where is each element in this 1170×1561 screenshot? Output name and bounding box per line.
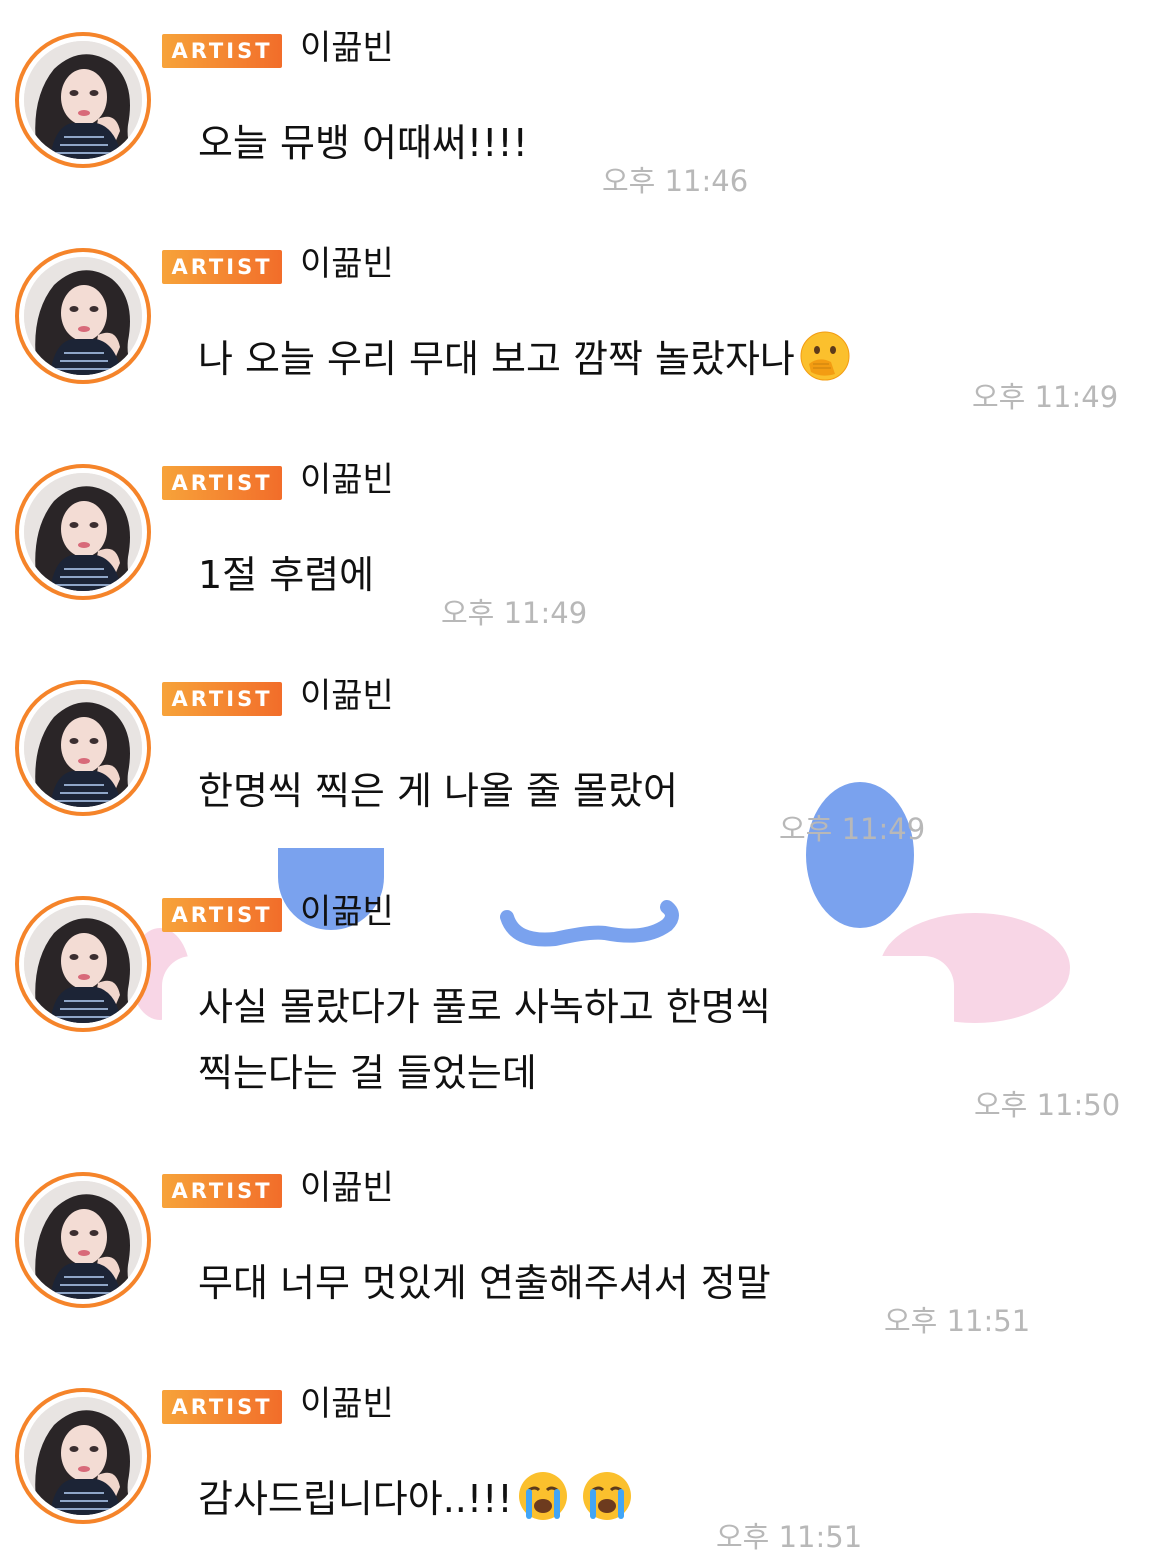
artist-badge: ARTIST bbox=[162, 466, 282, 500]
avatar[interactable] bbox=[15, 1172, 151, 1308]
background-decoration bbox=[500, 900, 679, 947]
message-timestamp: 오후 11:49 bbox=[441, 596, 588, 630]
sender-name: 이끎빈 bbox=[300, 244, 394, 284]
message-bubble: 사실 몰랐다가 풀로 사녹하고 한명씩 찍는다는 걸 들었는데 bbox=[162, 956, 954, 1124]
artist-badge: ARTIST bbox=[162, 1390, 282, 1424]
artist-badge: ARTIST bbox=[162, 898, 282, 932]
message-bubble: 무대 너무 멋있게 연출해주셔서 정말 bbox=[162, 1232, 807, 1334]
sender-name: 이끎빈 bbox=[300, 892, 394, 932]
message-bubble: 1절 후렴에 bbox=[162, 524, 411, 626]
avatar-image bbox=[24, 257, 142, 375]
avatar-image bbox=[24, 41, 142, 159]
message-text: 감사드립니다아..!!! bbox=[198, 1477, 513, 1521]
sender-name: 이끎빈 bbox=[300, 1168, 394, 1208]
message-bubble: 오늘 뮤뱅 어때써!!!! bbox=[162, 92, 564, 194]
sender-name: 이끎빈 bbox=[300, 28, 394, 68]
message-bubble: 감사드립니다아..!!! bbox=[162, 1448, 669, 1550]
avatar[interactable] bbox=[15, 896, 151, 1032]
message-text: 한명씩 찍은 게 나올 줄 몰랐어 bbox=[198, 769, 678, 813]
artist-badge: ARTIST bbox=[162, 34, 282, 68]
face-with-hand-over-mouth-icon bbox=[799, 330, 851, 382]
message-bubble: 한명씩 찍은 게 나올 줄 몰랐어 bbox=[162, 740, 714, 842]
message-timestamp: 오후 11:50 bbox=[974, 1088, 1121, 1122]
message-timestamp: 오후 11:51 bbox=[884, 1304, 1031, 1338]
avatar[interactable] bbox=[15, 464, 151, 600]
message-timestamp: 오후 11:51 bbox=[716, 1520, 863, 1554]
message-text: 오늘 뮤뱅 어때써!!!! bbox=[198, 121, 528, 165]
avatar-image bbox=[24, 473, 142, 591]
message-timestamp: 오후 11:46 bbox=[602, 164, 749, 198]
sender-name: 이끎빈 bbox=[300, 460, 394, 500]
avatar-image bbox=[24, 905, 142, 1023]
sender-name: 이끎빈 bbox=[300, 676, 394, 716]
message-text: 사실 몰랐다가 풀로 사녹하고 한명씩 찍는다는 걸 들었는데 bbox=[198, 985, 771, 1095]
message-timestamp: 오후 11:49 bbox=[972, 380, 1119, 414]
avatar[interactable] bbox=[15, 32, 151, 168]
background-decoration bbox=[806, 782, 914, 928]
message-timestamp: 오후 11:49 bbox=[779, 812, 926, 846]
message-text: 나 오늘 우리 무대 보고 깜짝 놀랐자나 bbox=[198, 337, 795, 381]
artist-badge: ARTIST bbox=[162, 250, 282, 284]
loudly-crying-face-icon bbox=[517, 1470, 569, 1522]
avatar[interactable] bbox=[15, 680, 151, 816]
message-text: 무대 너무 멋있게 연출해주셔서 정말 bbox=[198, 1261, 771, 1305]
avatar-image bbox=[24, 1181, 142, 1299]
loudly-crying-face-icon bbox=[581, 1470, 633, 1522]
sender-name: 이끎빈 bbox=[300, 1384, 394, 1424]
message-bubble: 나 오늘 우리 무대 보고 깜짝 놀랐자나 bbox=[162, 308, 887, 410]
artist-badge: ARTIST bbox=[162, 682, 282, 716]
avatar[interactable] bbox=[15, 248, 151, 384]
artist-badge: ARTIST bbox=[162, 1174, 282, 1208]
message-text: 1절 후렴에 bbox=[198, 553, 375, 597]
avatar-image bbox=[24, 689, 142, 807]
avatar[interactable] bbox=[15, 1388, 151, 1524]
avatar-image bbox=[24, 1397, 142, 1515]
